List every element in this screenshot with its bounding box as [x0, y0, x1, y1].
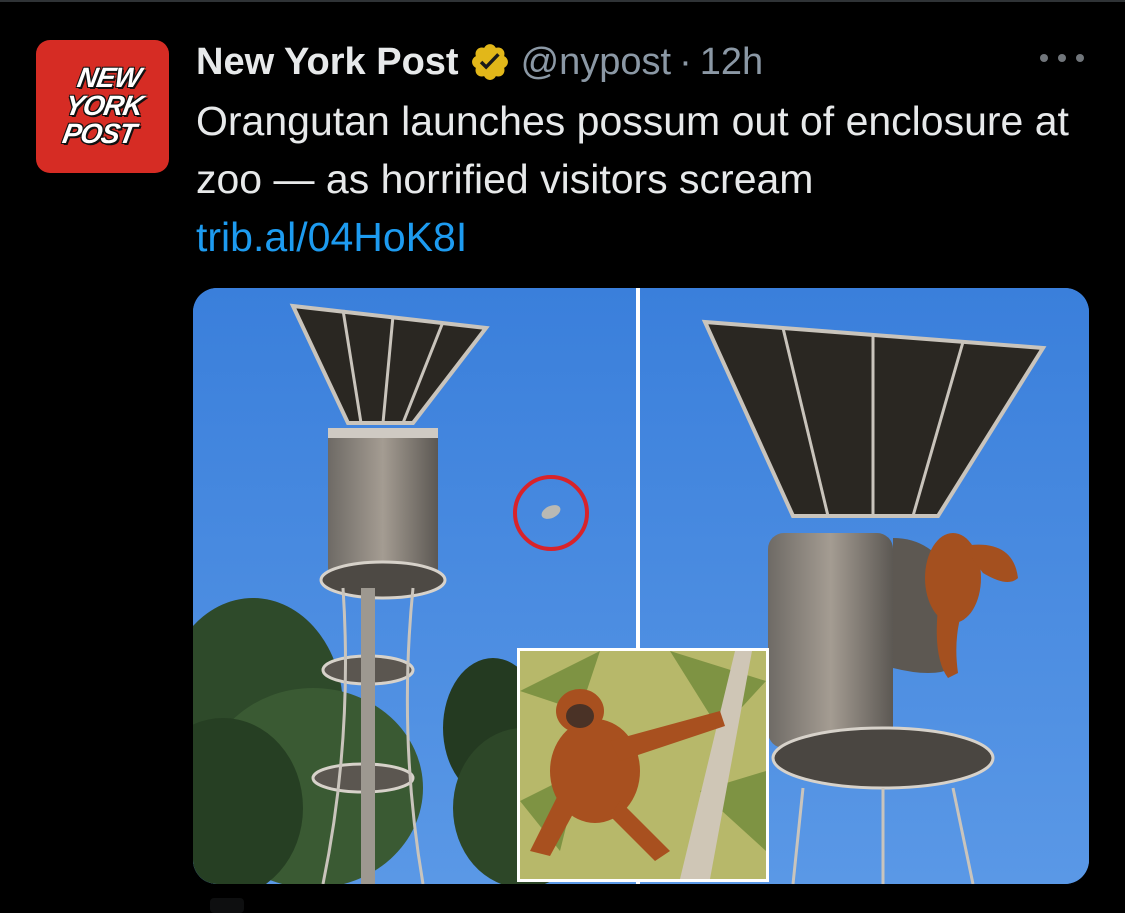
more-dot: [1076, 54, 1084, 62]
handle[interactable]: @nypost: [521, 41, 672, 84]
nypost-logo: NEW YORK POST: [47, 56, 161, 156]
logo-line-3: POST: [60, 118, 138, 149]
separator: ·: [679, 40, 692, 83]
tweet-text: Orangutan launches possum out of enclosu…: [196, 92, 1076, 266]
tweet[interactable]: NEW YORK POST New York Post @nypost · 12…: [0, 0, 1125, 913]
timestamp[interactable]: 12h: [700, 41, 763, 84]
more-dot: [1058, 54, 1066, 62]
logo-line-1: NEW: [75, 62, 143, 93]
tweet-link[interactable]: trib.al/04HoK8I: [196, 214, 467, 260]
more-options-icon[interactable]: [1040, 46, 1084, 70]
action-bar-hint: [210, 898, 244, 913]
inset-photo: [517, 648, 769, 882]
tweet-text-main: Orangutan launches possum out of enclosu…: [196, 98, 1069, 202]
avatar[interactable]: NEW YORK POST: [36, 40, 169, 173]
tweet-media-image[interactable]: [193, 288, 1089, 884]
display-name[interactable]: New York Post: [196, 41, 459, 84]
more-dot: [1040, 54, 1048, 62]
inset-scene: [520, 651, 766, 879]
tweet-header: New York Post @nypost · 12h: [196, 36, 763, 88]
verified-badge-icon[interactable]: [469, 41, 511, 83]
logo-line-2: YORK: [62, 90, 146, 121]
